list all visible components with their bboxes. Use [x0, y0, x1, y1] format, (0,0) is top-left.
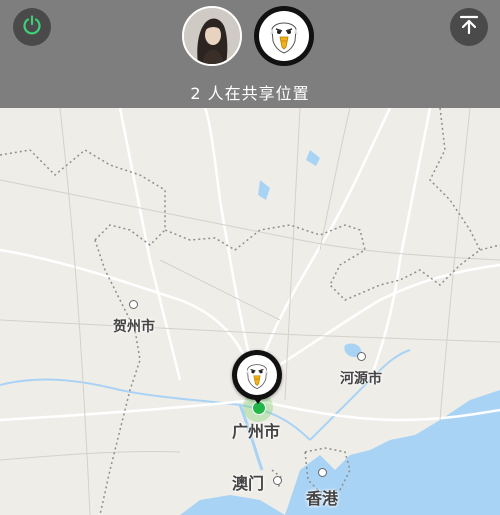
- participant-eagle-avatar[interactable]: [254, 6, 314, 66]
- eagle-icon: [245, 364, 269, 390]
- city-dot-hongkong: [318, 468, 327, 477]
- sharing-count-text: 2 人在共享位置: [190, 84, 310, 103]
- city-label-macau[interactable]: 澳门: [232, 470, 264, 494]
- arrow-up-to-top-icon: [458, 14, 480, 40]
- city-label-hongkong[interactable]: 香港: [306, 485, 338, 509]
- eagle-icon: [270, 22, 298, 54]
- city-label-heyuan[interactable]: 河源市: [340, 368, 382, 388]
- city-dot-macau: [273, 476, 282, 485]
- participant-woman-avatar[interactable]: [182, 6, 242, 66]
- city-label-hezhou[interactable]: 贺州市: [113, 316, 155, 336]
- minimize-button[interactable]: [450, 8, 488, 46]
- city-dot-heyuan: [357, 352, 366, 361]
- power-icon: [21, 14, 43, 40]
- woman-portrait-icon: [184, 8, 240, 64]
- end-sharing-button[interactable]: [13, 8, 51, 46]
- city-dot-hezhou: [129, 300, 138, 309]
- user-location-marker[interactable]: [232, 350, 282, 400]
